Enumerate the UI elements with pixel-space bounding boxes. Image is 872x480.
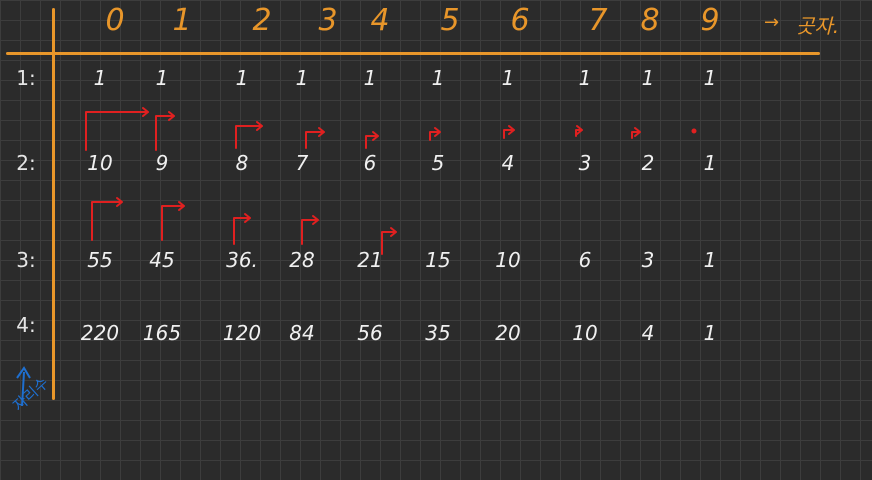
carry-arrow-icon <box>235 121 263 149</box>
carry-arrow-icon <box>381 227 397 255</box>
carry-arrow-icon <box>305 127 325 149</box>
carry-arrow-icon <box>85 107 149 151</box>
carry-arrow-icon <box>301 215 319 245</box>
carry-arrow-icon <box>575 125 583 137</box>
carry-arrow-icon <box>233 213 251 245</box>
carry-arrow-icon <box>91 197 123 241</box>
carry-arrow-icon <box>429 127 441 141</box>
carry-arrow-icon <box>631 127 641 139</box>
carry-dot-icon <box>691 128 697 134</box>
carry-arrow-icon <box>161 201 185 241</box>
carry-arrow-icon <box>503 125 515 139</box>
carry-arrow-icon <box>365 131 379 149</box>
carry-arrow-icon <box>155 111 175 151</box>
carry-marks <box>16 107 697 407</box>
